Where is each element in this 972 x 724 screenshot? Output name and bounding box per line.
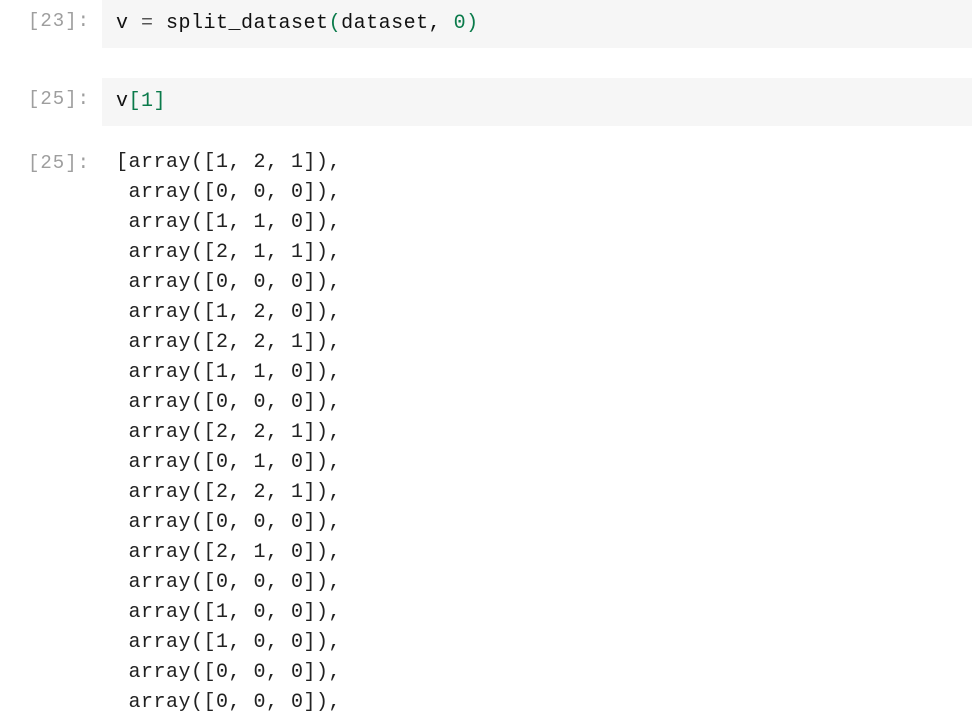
- code-token: v: [116, 12, 141, 35]
- output-line: array([0, 0, 0]),: [116, 508, 958, 538]
- code-token: (: [329, 12, 342, 35]
- code-input[interactable]: v[1]: [102, 78, 972, 126]
- code-token: ,: [429, 12, 442, 35]
- code-token: ]: [154, 90, 167, 113]
- code-cell: [23]:v = split_dataset(dataset, 0): [0, 0, 972, 48]
- input-prompt: [25]:: [0, 78, 102, 110]
- code-cell: [25]:v[1]: [0, 78, 972, 126]
- code-token: 0: [454, 12, 467, 35]
- cell-content: [array([1, 2, 1]), array([0, 0, 0]), arr…: [102, 142, 972, 724]
- code-token: split_dataset: [154, 12, 329, 35]
- output-prompt: [25]:: [0, 142, 102, 174]
- output-line: array([1, 2, 0]),: [116, 298, 958, 328]
- output-line: array([2, 2, 1]),: [116, 418, 958, 448]
- output-cell: [25]:[array([1, 2, 1]), array([0, 0, 0])…: [0, 142, 972, 724]
- output-line: array([2, 1, 1]),: [116, 238, 958, 268]
- code-token: dataset: [341, 12, 429, 35]
- output-line: array([0, 0, 0]),: [116, 568, 958, 598]
- cell-content: v[1]: [102, 78, 972, 126]
- output-line: array([1, 0, 0]),: [116, 598, 958, 628]
- output-line: array([0, 0, 0]),: [116, 268, 958, 298]
- code-token: v: [116, 90, 129, 113]
- code-input[interactable]: v = split_dataset(dataset, 0): [102, 0, 972, 48]
- output-line: array([0, 1, 0]),: [116, 448, 958, 478]
- output-line: [array([1, 2, 1]),: [116, 148, 958, 178]
- code-token: [: [129, 90, 142, 113]
- cell-gap: [0, 48, 972, 78]
- cell-content: v = split_dataset(dataset, 0): [102, 0, 972, 48]
- output-line: array([1, 1, 0]),: [116, 208, 958, 238]
- cell-gap: [0, 126, 972, 142]
- output-line: array([2, 1, 0]),: [116, 538, 958, 568]
- output-line: array([0, 0, 0]),: [116, 178, 958, 208]
- output-line: array([2, 2, 1]),: [116, 328, 958, 358]
- output-line: array([0, 0, 0]),: [116, 388, 958, 418]
- code-token: =: [141, 12, 154, 35]
- input-prompt: [23]:: [0, 0, 102, 32]
- output-line: array([0, 0, 0]),: [116, 688, 958, 718]
- code-token: 1: [141, 90, 154, 113]
- output-line: array([2, 2, 1]),: [116, 478, 958, 508]
- code-token: [441, 12, 454, 35]
- output-line: array([1, 1, 0]),: [116, 358, 958, 388]
- output-line: array([1, 0, 0]),: [116, 628, 958, 658]
- output-line: array([0, 0, 0]),: [116, 658, 958, 688]
- code-token: ): [466, 12, 479, 35]
- cell-output: [array([1, 2, 1]), array([0, 0, 0]), arr…: [102, 142, 972, 724]
